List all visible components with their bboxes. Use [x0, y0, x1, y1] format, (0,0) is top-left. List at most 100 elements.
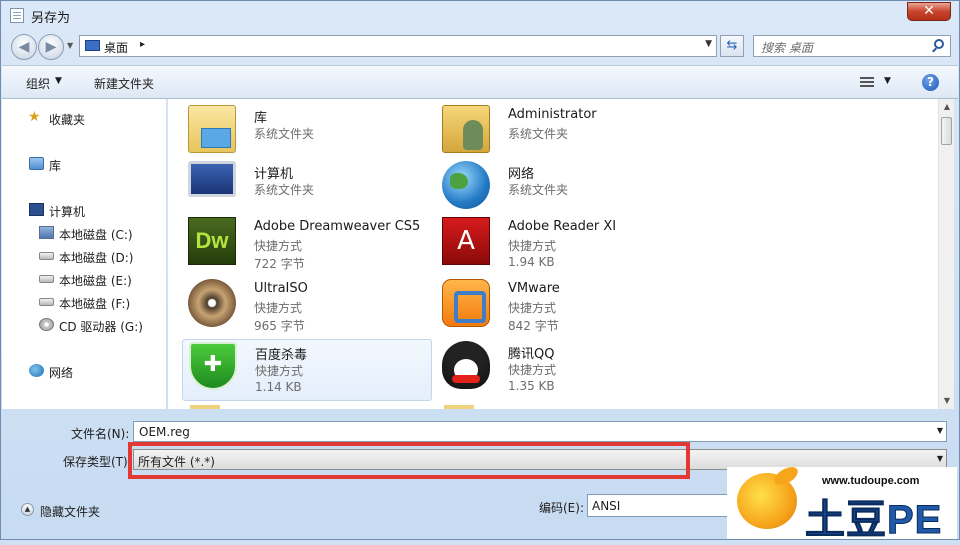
file-item-adobe-reader[interactable]: A Adobe Reader XI 快捷方式 1.94 KB — [436, 215, 686, 277]
file-size: 965 字节 — [254, 319, 305, 333]
chevron-down-icon[interactable]: ▼ — [937, 426, 943, 435]
hide-folders-label[interactable]: 隐藏文件夹 — [40, 503, 100, 520]
sidebar-item-favorites[interactable]: ★ 收藏夹 — [2, 108, 162, 128]
file-size: 1.14 KB — [255, 380, 302, 394]
file-name: 百度杀毒 — [255, 348, 308, 363]
sidebar-item-drive-d[interactable]: 本地磁盘 (D:) — [2, 246, 162, 266]
sidebar-label: 本地磁盘 (D:) — [59, 251, 134, 265]
document-icon — [10, 8, 24, 23]
file-item-qq[interactable]: 腾讯QQ 快捷方式 1.35 KB — [436, 339, 686, 401]
encoding-label: 编码(E): — [539, 501, 584, 515]
scroll-down-icon[interactable]: ▼ — [939, 393, 955, 409]
sidebar-label: CD 驱动器 (G:) — [59, 320, 143, 334]
file-item-dreamweaver[interactable]: Dw Adobe Dreamweaver CS5 快捷方式 722 字节 — [182, 215, 432, 277]
sidebar-label: 库 — [49, 159, 62, 173]
organize-chevron-icon[interactable]: ▼ — [55, 76, 62, 86]
refresh-button[interactable]: ⇆ — [720, 35, 744, 57]
new-folder-button[interactable]: 新建文件夹 — [94, 75, 154, 92]
back-button[interactable]: ◀ — [11, 34, 37, 60]
dreamweaver-icon: Dw — [188, 217, 236, 265]
network-globe-icon — [442, 161, 490, 209]
sidebar-item-drive-c[interactable]: 本地磁盘 (C:) — [2, 223, 162, 243]
scroll-thumb[interactable] — [941, 117, 952, 145]
file-type: 系统文件夹 — [508, 183, 569, 197]
title-bar: 另存为 ✕ — [1, 1, 959, 29]
computer-icon — [188, 161, 236, 197]
sidebar-item-network[interactable]: 网络 — [2, 361, 162, 381]
filetype-label: 保存类型(T): — [63, 455, 132, 469]
library-folder-icon — [188, 105, 236, 153]
address-dropdown-icon[interactable]: ▼ — [705, 39, 712, 49]
collapse-arrow-icon[interactable]: ▲ — [21, 503, 34, 516]
file-item-baidu-antivirus[interactable]: ✚ 百度杀毒 快捷方式 1.14 KB — [182, 339, 432, 401]
file-name: 计算机 — [254, 167, 294, 182]
sidebar-item-drive-g[interactable]: CD 驱动器 (G:) — [2, 315, 162, 335]
sidebar-item-computer[interactable]: 计算机 — [2, 200, 162, 220]
navigation-pane: ★ 收藏夹 库 计算机 本地磁盘 (C:) 本地磁盘 (D:) 本地磁盘 (E:… — [2, 99, 167, 409]
breadcrumb-arrow-icon[interactable]: ▸ — [140, 39, 145, 50]
save-as-dialog: 另存为 ✕ ◀ ▶ ▼ 桌面 ▸ ▼ ⇆ 搜索 桌面 组织 ▼ 新建文件夹 ▼ … — [0, 0, 960, 543]
filename-value[interactable]: OEM.reg — [139, 425, 190, 439]
file-item-administrator[interactable]: Administrator 系统文件夹 — [436, 103, 686, 165]
network-icon — [29, 364, 44, 377]
file-name: Adobe Dreamweaver CS5 — [254, 219, 421, 234]
hard-drive-icon — [39, 275, 54, 283]
file-name: 腾讯QQ — [508, 347, 555, 362]
search-input[interactable]: 搜索 桌面 — [753, 35, 951, 57]
sidebar-item-drive-f[interactable]: 本地磁盘 (F:) — [2, 292, 162, 312]
sidebar-label: 本地磁盘 (E:) — [59, 274, 132, 288]
file-name: 网络 — [508, 167, 535, 182]
file-type: 快捷方式 — [254, 239, 303, 253]
file-type: 系统文件夹 — [508, 127, 569, 141]
hard-drive-icon — [39, 252, 54, 260]
breadcrumb-desktop[interactable]: 桌面 — [104, 39, 128, 56]
encoding-select[interactable]: ANSI — [587, 494, 737, 517]
recent-locations-chevron-icon[interactable]: ▼ — [67, 41, 73, 50]
filename-field[interactable]: OEM.reg ▼ — [133, 421, 947, 442]
window-title: 另存为 — [31, 11, 71, 26]
potato-logo-icon — [737, 473, 797, 529]
vertical-scrollbar[interactable]: ▲ ▼ — [938, 99, 954, 409]
address-bar[interactable]: 桌面 ▸ ▼ — [79, 35, 717, 57]
file-item-network[interactable]: 网络 系统文件夹 — [436, 159, 686, 221]
file-type: 快捷方式 — [508, 301, 557, 315]
desktop-icon — [85, 40, 100, 51]
organize-button[interactable]: 组织 — [26, 75, 50, 92]
help-icon[interactable]: ? — [922, 74, 939, 91]
disc-icon — [188, 279, 236, 327]
scroll-up-icon[interactable]: ▲ — [939, 99, 955, 115]
file-size: 1.35 KB — [508, 379, 555, 393]
watermark-url: www.tudoupe.com — [822, 475, 920, 487]
search-placeholder: 搜索 桌面 — [761, 41, 813, 55]
close-button[interactable]: ✕ — [907, 2, 951, 21]
highlight-annotation — [128, 442, 690, 479]
filename-label: 文件名(N): — [71, 427, 130, 441]
encoding-value: ANSI — [592, 499, 621, 513]
file-type: 快捷方式 — [508, 363, 557, 377]
watermark-brand: 土豆PE — [804, 498, 943, 543]
hard-drive-icon — [39, 298, 54, 306]
file-type: 系统文件夹 — [254, 127, 315, 141]
sidebar-item-libraries[interactable]: 库 — [2, 154, 162, 174]
file-name: 库 — [254, 111, 268, 126]
chevron-down-icon[interactable]: ▼ — [937, 454, 943, 463]
file-name: Administrator — [508, 107, 597, 122]
file-item-computer[interactable]: 计算机 系统文件夹 — [182, 159, 432, 221]
os-drive-icon — [39, 226, 54, 239]
sidebar-item-drive-e[interactable]: 本地磁盘 (E:) — [2, 269, 162, 289]
computer-icon — [29, 203, 44, 216]
file-size: 842 字节 — [508, 319, 559, 333]
forward-button[interactable]: ▶ — [38, 34, 64, 60]
file-type: 快捷方式 — [508, 239, 557, 253]
toolbar: 组织 ▼ 新建文件夹 ▼ ? — [2, 65, 958, 99]
file-item-ultraiso[interactable]: UltraISO 快捷方式 965 字节 — [182, 277, 432, 339]
file-item-vmware[interactable]: VMware 快捷方式 842 字节 — [436, 277, 686, 339]
view-options-icon[interactable] — [860, 75, 874, 89]
view-chevron-icon[interactable]: ▼ — [884, 76, 891, 86]
file-name: Adobe Reader XI — [508, 219, 617, 234]
sidebar-label: 收藏夹 — [49, 113, 86, 127]
file-item-library[interactable]: 库 系统文件夹 — [182, 103, 432, 165]
file-name: VMware — [508, 281, 560, 296]
search-icon[interactable] — [934, 39, 944, 49]
sidebar-label: 计算机 — [49, 205, 86, 219]
